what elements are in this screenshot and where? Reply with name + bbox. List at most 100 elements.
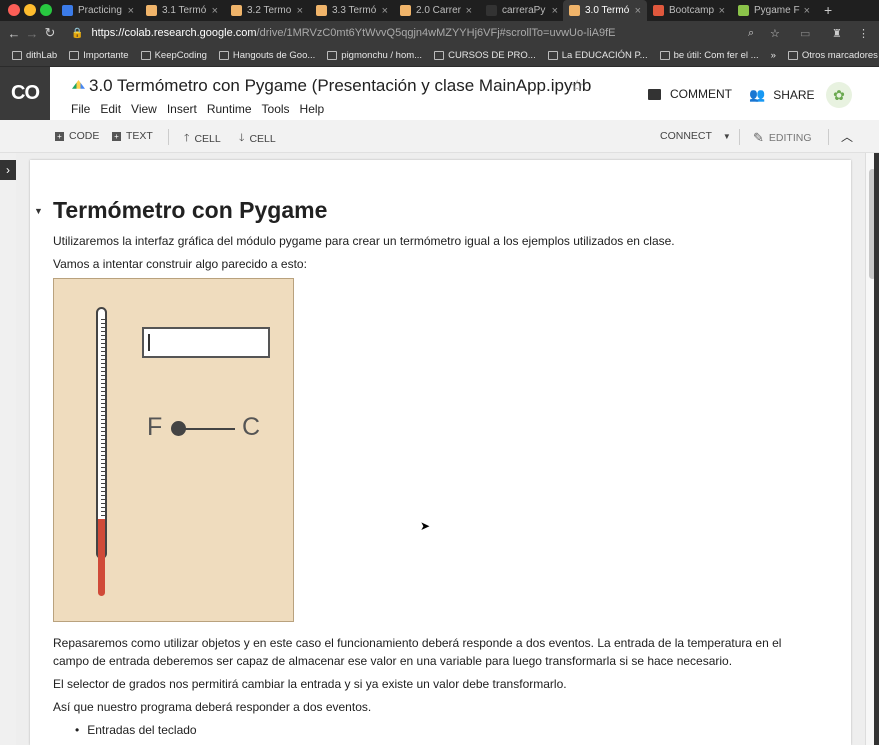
minimize-window-icon[interactable] — [24, 4, 36, 16]
thermometer-tick — [101, 459, 107, 460]
bookmark-item[interactable]: Hangouts de Goo... — [218, 50, 315, 61]
browser-tab[interactable]: 3.1 Termó × — [140, 0, 224, 21]
browser-tab[interactable]: Bootcamp × — [647, 0, 731, 21]
folder-icon — [12, 51, 22, 60]
notebook-title[interactable]: 3.0 Termómetro con Pygame (Presentación … — [72, 76, 591, 96]
add-text-button[interactable]: + TEXT — [112, 130, 153, 142]
browser-tab[interactable]: 3.0 Termó × — [563, 0, 647, 21]
zoom-icon[interactable]: ⌕ — [748, 27, 754, 40]
tab-label: Bootcamp — [669, 5, 715, 16]
move-cell-down-button[interactable]: 🡓 CELL — [239, 130, 276, 148]
tab-label: 3.3 Termó — [332, 5, 377, 16]
thermometer-tick — [101, 515, 105, 516]
menu-item-help[interactable]: Help — [300, 102, 325, 116]
bookmark-item[interactable]: dithLab — [12, 50, 57, 61]
toggle-sidebar-icon[interactable]: › — [0, 160, 16, 180]
menu-item-tools[interactable]: Tools — [262, 102, 290, 116]
avatar[interactable]: ✿ — [826, 82, 852, 108]
close-tab-icon[interactable]: × — [800, 5, 810, 17]
thermometer-tick — [101, 327, 105, 328]
browser-tab[interactable]: 2.0 Carrer × — [394, 0, 478, 21]
thermometer-tick — [101, 323, 105, 324]
close-tab-icon[interactable]: × — [208, 5, 218, 17]
bookmark-item[interactable]: Importante — [69, 50, 129, 61]
thermometer-tick — [101, 391, 105, 392]
thermometer-tick — [101, 451, 105, 452]
close-tab-icon[interactable]: × — [462, 5, 472, 17]
mouse-cursor: ➤ — [420, 519, 431, 533]
bookmark-label: pigmonchu / hom... — [341, 50, 423, 61]
menu-item-view[interactable]: View — [131, 102, 157, 116]
comment-label: COMMENT — [670, 87, 732, 101]
bookmark-label: KeepCoding — [154, 50, 207, 61]
bookmark-item[interactable]: La EDUCACIÓN P... — [547, 50, 648, 61]
folder-icon — [787, 51, 798, 60]
close-tab-icon[interactable]: × — [124, 5, 134, 17]
forward-icon[interactable]: → — [23, 26, 41, 41]
extension-icon[interactable]: ♜ — [832, 27, 842, 40]
back-icon[interactable]: ← — [5, 26, 23, 41]
bookmark-item[interactable]: CURSOS DE PRO... — [434, 50, 536, 61]
thermometer-tick — [101, 351, 105, 352]
thermometer-tick — [101, 487, 105, 488]
bookmark-item[interactable]: be útil: Com fer el ... — [659, 50, 759, 61]
reload-icon[interactable]: ↻ — [41, 25, 59, 41]
share-button[interactable]: 👥 SHARE — [749, 87, 815, 103]
add-code-label: CODE — [69, 130, 100, 142]
menu-item-edit[interactable]: Edit — [100, 102, 121, 116]
close-tab-icon[interactable]: × — [548, 5, 558, 17]
menu-item-insert[interactable]: Insert — [167, 102, 197, 116]
bookmark-item[interactable]: » — [771, 50, 776, 61]
tab-label: 3.1 Termó — [162, 5, 207, 16]
menu-item-file[interactable]: File — [71, 102, 90, 116]
browser-tab[interactable]: 3.2 Termo × — [225, 0, 309, 21]
url-field[interactable]: https://colab.research.google.com/drive/… — [91, 27, 615, 39]
thermometer-tick — [101, 435, 105, 436]
menu-item-runtime[interactable]: Runtime — [207, 102, 252, 116]
close-tab-icon[interactable]: × — [631, 5, 641, 17]
collapse-section-icon[interactable]: ▼ — [34, 206, 43, 216]
close-tab-icon[interactable]: × — [715, 5, 725, 17]
cell-down-label: CELL — [249, 133, 276, 145]
browser-tab[interactable]: 3.3 Termó × — [310, 0, 394, 21]
toolbar-divider — [168, 129, 169, 145]
temperature-entry-field — [142, 327, 270, 358]
bookmark-star-icon[interactable]: ☆ — [770, 27, 780, 40]
star-icon[interactable]: ☆ — [570, 76, 584, 96]
thermometer-tick — [101, 387, 105, 388]
comment-button[interactable]: COMMENT — [648, 87, 732, 101]
thermometer-tick — [101, 375, 105, 376]
thermometer-tick — [101, 331, 105, 332]
tab-label: Pygame F — [754, 5, 800, 16]
close-window-icon[interactable] — [8, 4, 20, 16]
connect-label: CONNECT — [660, 130, 712, 142]
dropdown-arrow-icon: ▼ — [722, 131, 731, 141]
bookmark-item[interactable]: KeepCoding — [140, 50, 207, 61]
close-tab-icon[interactable]: × — [293, 5, 303, 17]
arrow-up-icon: 🡑 — [184, 132, 190, 144]
folder-icon — [218, 51, 229, 60]
browser-tab[interactable]: Pygame F × — [732, 0, 816, 21]
thermometer-tick — [101, 427, 105, 428]
thermometer-tick — [101, 399, 107, 400]
drive-icon — [72, 80, 85, 89]
browser-tab[interactable]: Practicing × — [56, 0, 140, 21]
thermometer-tick — [101, 371, 105, 372]
maximize-window-icon[interactable] — [40, 4, 52, 16]
paragraph: Repasaremos como utilizar objetos y en e… — [53, 636, 782, 650]
browser-menu-icon[interactable]: ⋮ — [858, 27, 869, 40]
colab-logo[interactable]: CO — [0, 67, 50, 120]
bookmark-item[interactable]: Otros marcadores — [787, 50, 878, 61]
add-code-button[interactable]: + CODE — [55, 130, 99, 142]
close-tab-icon[interactable]: × — [378, 5, 388, 17]
move-cell-up-button[interactable]: 🡑 CELL — [184, 130, 221, 148]
browser-tab[interactable]: carreraPy × — [480, 0, 564, 21]
bookmark-item[interactable]: pigmonchu / hom... — [327, 50, 422, 61]
editing-mode-button[interactable]: ✎ EDITING — [753, 130, 812, 146]
new-tab-icon[interactable]: + — [824, 2, 832, 18]
thermometer-tick — [101, 495, 105, 496]
chevron-up-icon[interactable]: ︿ — [841, 128, 853, 145]
cast-icon[interactable]: ▭ — [800, 27, 810, 40]
thermometer-tick — [101, 467, 105, 468]
connect-button[interactable]: CONNECT ▼ — [660, 130, 731, 142]
